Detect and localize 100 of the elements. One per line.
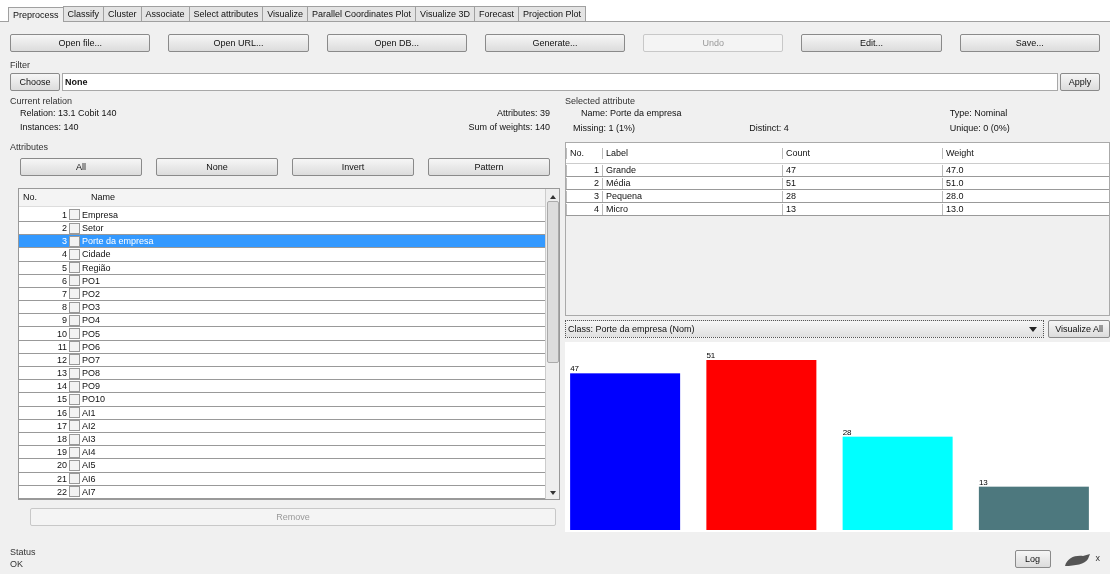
attribute-row[interactable]: 9 PO4 — [19, 314, 545, 328]
checkbox[interactable] — [69, 248, 80, 260]
attribute-name: PO8 — [82, 367, 100, 380]
class-dropdown[interactable]: Class: Porte da empresa (Nom) — [565, 320, 1045, 338]
attribute-name: Empresa — [82, 208, 118, 221]
filter-field[interactable]: None — [62, 73, 1058, 91]
checkbox[interactable] — [69, 473, 80, 485]
log-button[interactable]: Log — [1014, 550, 1051, 568]
checkbox[interactable] — [69, 420, 80, 432]
tab[interactable]: Visualize — [262, 6, 308, 21]
toolbar-button[interactable]: Open URL... — [168, 34, 309, 52]
row-number: 21 — [56, 472, 67, 485]
select-button[interactable]: All — [20, 158, 142, 176]
checkbox[interactable] — [69, 341, 80, 353]
column-header[interactable]: Count — [782, 147, 942, 159]
bar-value: 47 — [570, 364, 580, 374]
status-title: Status — [10, 546, 37, 557]
tab[interactable]: Parallel Coordinates Plot — [307, 6, 417, 21]
section-title: Selected attribute — [565, 96, 637, 106]
choose-button[interactable]: Choose — [10, 73, 60, 91]
table-cell: Média — [602, 177, 782, 189]
checkbox[interactable] — [69, 275, 80, 287]
checkbox[interactable] — [69, 380, 80, 392]
attribute-row[interactable]: 14 PO9 — [19, 380, 545, 394]
row-number: 13 — [56, 367, 67, 380]
table-cell: Grande — [602, 164, 782, 176]
checkbox[interactable] — [69, 354, 80, 366]
row-number: 22 — [56, 485, 67, 498]
tab[interactable]: Preprocess — [8, 7, 64, 22]
checkbox[interactable] — [69, 301, 80, 313]
attribute-row[interactable]: 15 PO10 — [19, 393, 545, 407]
toolbar-button[interactable]: Open DB... — [326, 34, 467, 52]
weights-text: Sum of weights: 140 — [468, 122, 550, 134]
table-cell: 1 — [566, 164, 602, 176]
attribute-name: PO3 — [82, 301, 100, 314]
close-text[interactable]: x — [1095, 552, 1100, 566]
checkbox[interactable] — [69, 486, 80, 498]
column-header[interactable]: No. — [566, 147, 602, 159]
select-button[interactable]: None — [156, 158, 278, 176]
checkbox[interactable] — [69, 328, 80, 340]
table-cell: 28 — [782, 190, 942, 202]
select-button[interactable]: Pattern — [428, 158, 550, 176]
checkbox[interactable] — [69, 209, 80, 221]
row-number: 1 — [61, 208, 67, 221]
tab[interactable]: Cluster — [103, 6, 142, 21]
scroll-up-icon[interactable] — [549, 195, 556, 199]
column-header[interactable]: Weight — [942, 147, 1109, 159]
tab[interactable]: Select attributes — [188, 6, 264, 21]
attribute-name: PO10 — [82, 393, 105, 406]
checkbox[interactable] — [69, 262, 80, 274]
checkbox[interactable] — [69, 314, 80, 326]
row-number: 2 — [61, 222, 67, 235]
column-header[interactable]: Label — [602, 147, 782, 159]
attribute-row[interactable]: 1 Empresa — [19, 208, 545, 222]
checkbox[interactable] — [69, 446, 80, 458]
checkbox[interactable] — [69, 288, 80, 300]
attribute-row[interactable]: 20 AI5 — [19, 459, 545, 473]
table-cell: 13 — [782, 203, 942, 215]
tab[interactable]: Forecast — [473, 6, 519, 21]
toolbar-button[interactable]: Generate... — [484, 34, 626, 52]
table-cell: 51 — [782, 177, 942, 189]
checkbox[interactable] — [69, 393, 80, 405]
attribute-name: Região — [82, 261, 111, 274]
checkbox[interactable] — [69, 367, 80, 379]
toolbar-button[interactable]: Save... — [959, 34, 1100, 52]
attribute-row[interactable]: 4 Cidade — [19, 248, 545, 262]
visualize-all-button[interactable]: Visualize All — [1048, 320, 1110, 338]
scroll-down-icon[interactable] — [549, 491, 556, 495]
attribute-row[interactable]: 10 PO5 — [19, 327, 545, 341]
toolbar-button[interactable]: Edit... — [801, 34, 942, 52]
column-header[interactable]: Name — [87, 192, 545, 203]
checkbox[interactable] — [69, 407, 80, 419]
checkbox[interactable] — [69, 433, 80, 445]
checkbox[interactable] — [69, 222, 80, 234]
row-number: 5 — [61, 261, 67, 274]
attribute-row[interactable]: 8 PO3 — [19, 301, 545, 315]
tab[interactable]: Projection Plot — [517, 6, 586, 21]
tab[interactable]: Associate — [140, 6, 190, 21]
section-title: Attributes — [10, 142, 49, 152]
select-button[interactable]: Invert — [292, 158, 414, 176]
attribute-row[interactable]: 19 AI4 — [19, 446, 545, 460]
checkbox[interactable] — [69, 235, 80, 247]
attributes-count: Attributes: 39 — [495, 108, 550, 120]
row-number: 19 — [56, 446, 67, 459]
toolbar-button[interactable]: Open file... — [10, 34, 151, 52]
attribute-row[interactable]: 13 PO8 — [19, 367, 545, 381]
section-title: Current relation — [10, 96, 74, 106]
tab[interactable]: Visualize 3D — [415, 6, 475, 21]
bird-icon — [1062, 552, 1093, 566]
attribute-name: AI4 — [82, 446, 96, 459]
distinct-text: Distinct: 4 — [749, 123, 790, 135]
row-number: 17 — [56, 419, 67, 432]
attribute-name: PO2 — [82, 287, 100, 300]
column-header[interactable]: No. — [19, 192, 73, 203]
apply-button[interactable]: Apply — [1060, 73, 1100, 91]
tab[interactable]: Classify — [62, 6, 105, 21]
scrollbar[interactable] — [545, 189, 559, 499]
relation-text: Relation: 13.1 Cobit 140 — [20, 108, 117, 120]
checkbox[interactable] — [69, 459, 80, 471]
attribute-name: Cidade — [82, 248, 111, 261]
